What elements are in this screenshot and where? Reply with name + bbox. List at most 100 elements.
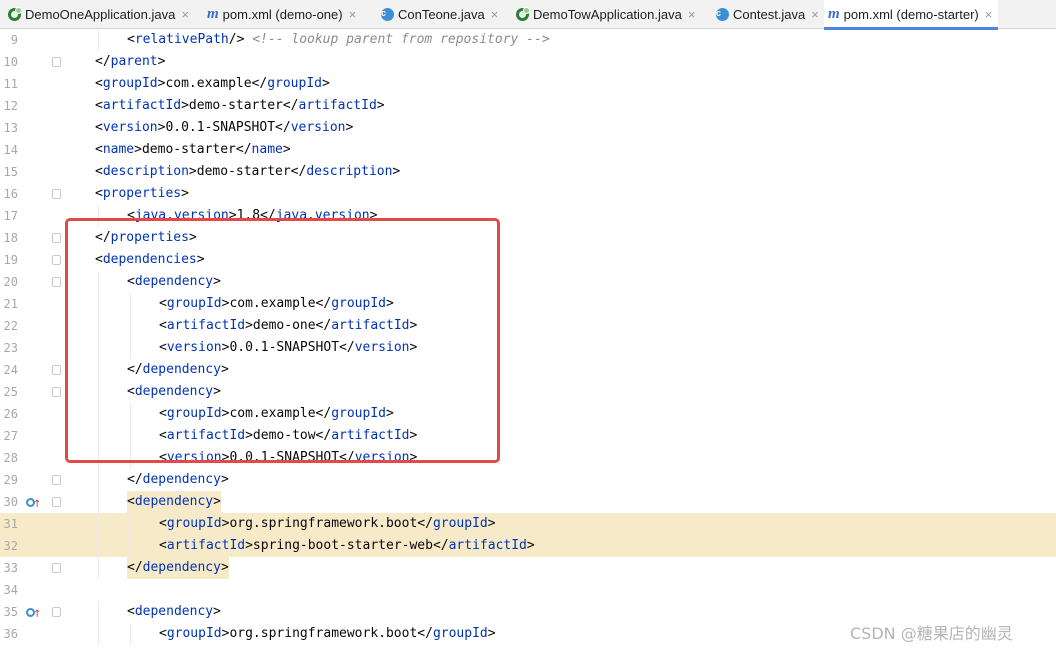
code-line[interactable]: 34 xyxy=(0,579,1056,601)
editor-tab[interactable]: m pom.xml (demo-starter) × xyxy=(824,0,999,30)
editor-tab[interactable]: c Contest.java × xyxy=(716,0,819,29)
fold-marker-icon[interactable] xyxy=(52,387,61,397)
editor-tab[interactable]: DemoTowApplication.java × xyxy=(516,0,695,29)
fold-marker-icon[interactable] xyxy=(52,563,61,573)
code-line[interactable]: 27 <artifactId>demo-tow</artifactId> xyxy=(0,425,1056,447)
line-number: 10 xyxy=(3,55,18,69)
code-line[interactable]: 26 <groupId>com.example</groupId> xyxy=(0,403,1056,425)
class-icon: c xyxy=(381,8,394,21)
xml-code: <dependency> xyxy=(127,384,221,399)
code-line[interactable]: 11 <groupId>com.example</groupId> xyxy=(0,73,1056,95)
line-number: 27 xyxy=(3,429,18,443)
code-line[interactable]: 12 <artifactId>demo-starter</artifactId> xyxy=(0,95,1056,117)
code-line[interactable]: 28 <version>0.0.1-SNAPSHOT</version> xyxy=(0,447,1056,469)
line-number: 29 xyxy=(3,473,18,487)
tab-label: ConTeone.java xyxy=(398,7,485,22)
xml-code: </properties> xyxy=(95,230,197,245)
code-line[interactable]: 10 </parent> xyxy=(0,51,1056,73)
fold-marker-icon[interactable] xyxy=(52,255,61,265)
indent-guide xyxy=(130,403,131,425)
code-line[interactable]: 18 </properties> xyxy=(0,227,1056,249)
tab-label: DemoOneApplication.java xyxy=(25,7,176,22)
code-line[interactable]: 17 <java.version>1.8</java.version> xyxy=(0,205,1056,227)
dependency-nav-icon[interactable]: ↑ xyxy=(26,496,41,510)
indent-guide xyxy=(98,513,99,535)
close-tab-icon[interactable]: × xyxy=(349,7,357,22)
line-number: 11 xyxy=(3,77,18,91)
tab-label: pom.xml (demo-one) xyxy=(222,7,343,22)
fold-marker-icon[interactable] xyxy=(52,277,61,287)
close-tab-icon[interactable]: × xyxy=(688,7,696,22)
xml-code: <artifactId>spring-boot-starter-web</art… xyxy=(159,538,535,553)
line-number: 33 xyxy=(3,561,18,575)
close-tab-icon[interactable]: × xyxy=(181,7,189,22)
code-line[interactable]: 25 <dependency> xyxy=(0,381,1056,403)
line-number: 28 xyxy=(3,451,18,465)
indent-guide xyxy=(130,293,131,315)
editor-tab-bar: DemoOneApplication.java × m pom.xml (demo-o… xyxy=(0,0,1056,30)
editor-tab[interactable]: m pom.xml (demo-one) × xyxy=(207,0,356,29)
spring-app-icon xyxy=(8,7,22,21)
xml-code: <groupId>com.example</groupId> xyxy=(159,406,394,421)
code-line[interactable]: 9 <relativePath/> <!-- lookup parent from… xyxy=(0,29,1056,51)
xml-code: <dependency> xyxy=(127,604,221,619)
line-number: 34 xyxy=(3,583,18,597)
xml-code: <name>demo-starter</name> xyxy=(95,142,291,157)
indent-guide xyxy=(98,557,99,579)
code-editor[interactable]: 9 <relativePath/> <!-- lookup parent from… xyxy=(0,29,1056,650)
fold-marker-icon[interactable] xyxy=(52,233,61,243)
fold-marker-icon[interactable] xyxy=(52,607,61,617)
dependency-nav-icon[interactable]: ↑ xyxy=(26,606,41,620)
code-line[interactable]: 29 </dependency> xyxy=(0,469,1056,491)
fold-marker-icon[interactable] xyxy=(52,57,61,67)
indent-guide xyxy=(98,271,99,293)
close-tab-icon[interactable]: × xyxy=(985,7,993,22)
code-line[interactable]: 14 <name>demo-starter</name> xyxy=(0,139,1056,161)
indent-guide xyxy=(98,469,99,491)
spring-app-icon xyxy=(516,7,530,21)
editor-tab[interactable]: c ConTeone.java × xyxy=(381,0,498,29)
code-line[interactable]: 31 <groupId>org.springframework.boot</gro… xyxy=(0,513,1056,535)
indent-guide xyxy=(98,359,99,381)
line-number: 18 xyxy=(3,231,18,245)
code-line[interactable]: 32 <artifactId>spring-boot-starter-web</a… xyxy=(0,535,1056,557)
code-line[interactable]: 13 <version>0.0.1-SNAPSHOT</version> xyxy=(0,117,1056,139)
indent-guide xyxy=(130,315,131,337)
xml-code: <description>demo-starter</description> xyxy=(95,164,401,179)
fold-marker-icon[interactable] xyxy=(52,189,61,199)
line-number: 26 xyxy=(3,407,18,421)
code-line[interactable]: 30 ↑ <dependency> xyxy=(0,491,1056,513)
close-tab-icon[interactable]: × xyxy=(811,7,819,22)
line-number: 17 xyxy=(3,209,18,223)
code-line[interactable]: 33 </dependency> xyxy=(0,557,1056,579)
code-line[interactable]: 20 <dependency> xyxy=(0,271,1056,293)
xml-code: <dependencies> xyxy=(95,252,205,267)
line-number: 32 xyxy=(3,539,18,553)
watermark: CSDN @糖果店的幽灵 xyxy=(850,624,1013,643)
line-number: 22 xyxy=(3,319,18,333)
fold-marker-icon[interactable] xyxy=(52,365,61,375)
fold-marker-icon[interactable] xyxy=(52,475,61,485)
editor-tab[interactable]: DemoOneApplication.java × xyxy=(8,0,189,29)
indent-guide xyxy=(130,535,131,557)
fold-marker-icon[interactable] xyxy=(52,497,61,507)
indent-guide xyxy=(130,447,131,469)
line-number: 23 xyxy=(3,341,18,355)
tab-label: Contest.java xyxy=(733,7,806,22)
code-line[interactable]: 15 <description>demo-starter</description… xyxy=(0,161,1056,183)
indent-guide xyxy=(98,601,99,623)
code-line[interactable]: 21 <groupId>com.example</groupId> xyxy=(0,293,1056,315)
code-line[interactable]: 23 <version>0.0.1-SNAPSHOT</version> xyxy=(0,337,1056,359)
code-line[interactable]: 24 </dependency> xyxy=(0,359,1056,381)
line-number: 24 xyxy=(3,363,18,377)
line-number: 25 xyxy=(3,385,18,399)
xml-code: <version>0.0.1-SNAPSHOT</version> xyxy=(95,120,354,135)
line-number: 9 xyxy=(10,33,18,47)
code-line[interactable]: 16 <properties> xyxy=(0,183,1056,205)
line-number: 13 xyxy=(3,121,18,135)
indent-guide xyxy=(98,491,99,513)
code-line[interactable]: 22 <artifactId>demo-one</artifactId> xyxy=(0,315,1056,337)
code-line[interactable]: 19 <dependencies> xyxy=(0,249,1056,271)
close-tab-icon[interactable]: × xyxy=(491,7,499,22)
indent-guide xyxy=(98,205,99,227)
